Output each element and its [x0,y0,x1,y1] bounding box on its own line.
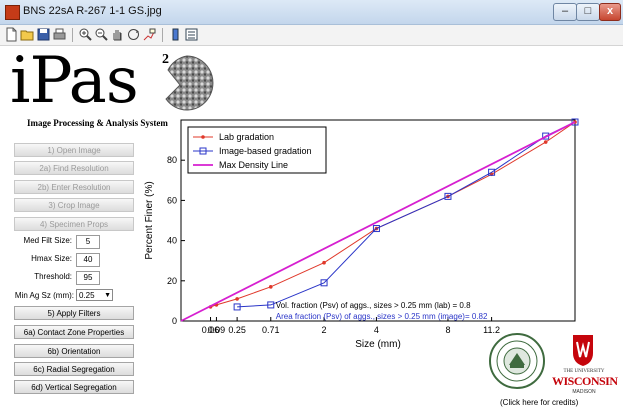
find-resolution-button[interactable]: 2a) Find Resolution [14,161,134,175]
min-agg-size-value: 0.25 [79,291,95,300]
y-tick-label: 0 [172,316,177,326]
med-filt-input[interactable]: 5 [76,235,100,249]
hmax-label: Hmax Size: [31,254,72,263]
crop-image-button[interactable]: 3) Crop Image [14,198,134,212]
enter-resolution-button[interactable]: 2b) Enter Resolution [14,180,134,194]
matlab-figure-icon [5,5,20,20]
print-icon[interactable] [52,27,67,42]
threshold-label: Threshold: [34,272,72,281]
new-file-icon[interactable] [4,27,19,42]
app-window: BNS 22sA R-267 1-1 GS.jpg – □ x iPas 2 I… [0,0,623,419]
y-tick-label: 80 [167,155,177,165]
legend-icon[interactable] [184,27,199,42]
fraction-annotation-0: Vol. fraction (Psv) of aggs., sizes > 0.… [276,301,471,310]
x-tick-label: 4 [374,325,379,335]
legend-label-2: Max Density Line [219,160,288,170]
ipas-logo-superscript: 2 [162,52,169,67]
med-filt-label: Med Filt Size: [23,236,72,245]
msu-seal-logo[interactable] [489,333,545,389]
lab-point [235,297,239,301]
x-tick-label: 8 [445,325,450,335]
min-agg-size-select[interactable]: 0.25 ▼ [76,289,113,301]
credits-link[interactable]: (Click here for credits) [500,398,578,407]
contact-zone-button[interactable]: 6a) Contact Zone Properties [14,325,134,339]
lab-point [268,285,273,289]
x-tick-label: 0.25 [228,325,246,335]
orientation-button[interactable]: 6b) Orientation [14,344,134,358]
open-folder-icon[interactable] [20,27,35,42]
uw-madison-text: MADISON [572,389,596,395]
fraction-annotation-1: Area fraction (Psv) of aggs., sizes > 0.… [276,312,488,321]
y-tick-label: 60 [167,195,177,205]
close-button[interactable]: x [599,3,621,21]
x-axis-label: Size (mm) [355,339,401,350]
window-title: BNS 22sA R-267 1-1 GS.jpg [23,5,162,17]
min-agg-size-label: Min Ag Sz (mm): [14,291,74,300]
data-cursor-icon[interactable] [142,27,157,42]
uw-wisconsin-text: WISCONSIN [552,374,618,388]
save-icon[interactable] [36,27,51,42]
zoom-in-icon[interactable] [78,27,93,42]
y-tick-label: 20 [167,276,177,286]
legend-label-0: Lab gradation [219,132,274,142]
lab-point [322,260,326,265]
chevron-down-icon: ▼ [104,292,111,299]
radial-segregation-button[interactable]: 6c) Radial Segregation [14,362,134,376]
x-tick-label: 0.09 [208,325,226,335]
apply-filters-button[interactable]: 5) Apply Filters [14,306,134,320]
toolbar-separator [72,28,73,42]
legend-marker [201,135,205,139]
rotate-3d-icon[interactable] [126,27,141,42]
zoom-out-icon[interactable] [94,27,109,42]
specimen-props-button[interactable]: 4) Specimen Props [14,217,134,231]
maximize-button[interactable]: □ [576,3,600,21]
uw-crest-logo[interactable] [571,333,595,367]
ipas-logo: iPas [10,44,139,118]
y-tick-label: 40 [167,236,177,246]
toolbar-separator [162,28,163,42]
colorbar-icon[interactable] [168,27,183,42]
open-image-button[interactable]: 1) Open Image [14,143,134,157]
legend-label-1: Image-based gradation [219,146,312,156]
lab-point [543,140,548,144]
x-tick-label: 0.71 [262,325,280,335]
x-tick-label: 2 [322,325,327,335]
threshold-input[interactable]: 95 [76,271,100,285]
title-bar[interactable]: BNS 22sA R-267 1-1 GS.jpg – □ x [0,0,623,25]
vertical-segregation-button[interactable]: 6d) Vertical Segregation [14,380,134,394]
gradation-chart[interactable]: 0204060800.060.09 0.25 0.71 2 4 8 11.2Size (mm… [140,110,620,350]
minimize-button[interactable]: – [553,3,577,21]
hmax-input[interactable]: 40 [76,253,100,267]
y-axis-label: Percent Finer (%) [144,181,155,259]
pan-hand-icon[interactable] [110,27,125,42]
